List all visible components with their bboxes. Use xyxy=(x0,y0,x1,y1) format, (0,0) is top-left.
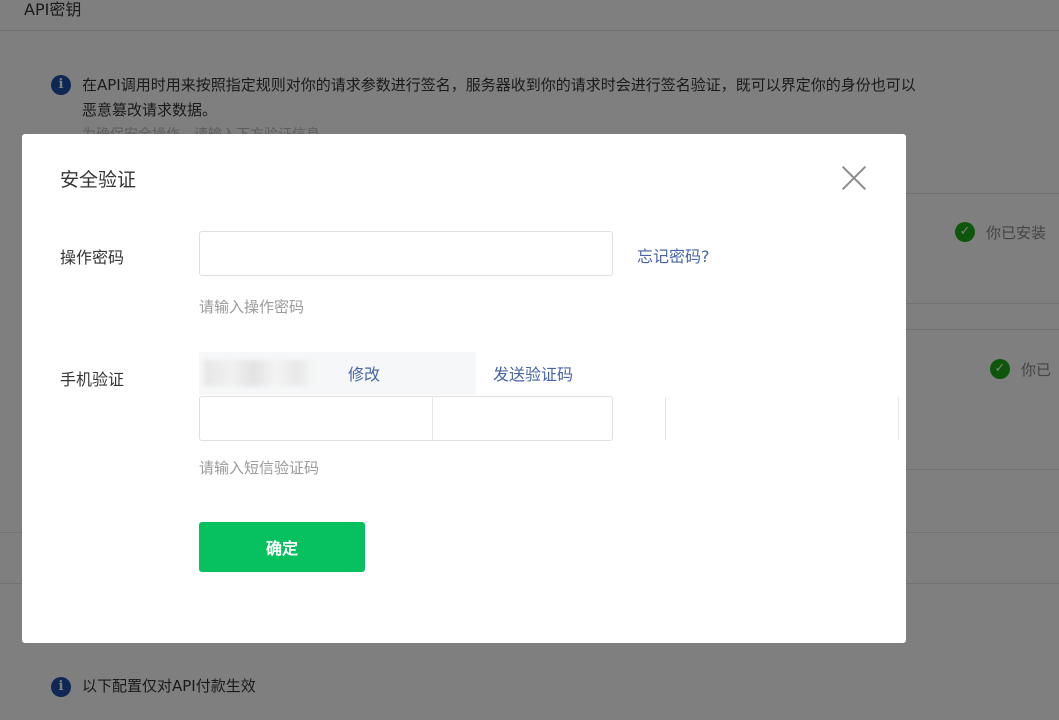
security-verification-dialog: 安全验证 操作密码 忘记密码? 请输入操作密码 手机验证 修改 发送验证码 请输… xyxy=(22,134,1059,643)
send-code-link[interactable]: 发送验证码 xyxy=(493,361,573,385)
page: API密钥 i 在API调用时用来按照指定规则对你的请求参数进行签名，服务器收到… xyxy=(0,0,1059,720)
operation-password-input[interactable] xyxy=(199,231,613,276)
phone-number-display: 修改 xyxy=(199,352,476,395)
forgot-password-link[interactable]: 忘记密码? xyxy=(637,243,710,267)
edit-phone-link[interactable]: 修改 xyxy=(348,361,380,385)
sms-code-digit-2[interactable] xyxy=(433,397,666,440)
confirm-button[interactable]: 确定 xyxy=(199,522,365,572)
close-icon[interactable] xyxy=(838,162,870,194)
masked-phone-number xyxy=(204,360,314,386)
sms-code-digit-4[interactable] xyxy=(899,397,1059,440)
password-hint: 请输入操作密码 xyxy=(199,298,305,316)
sms-code-digit-3[interactable] xyxy=(666,397,899,440)
phone-verification-label: 手机验证 xyxy=(60,370,125,389)
sms-code-hint: 请输入短信验证码 xyxy=(199,459,320,477)
sms-code-input-group xyxy=(199,396,1059,441)
dialog-title: 安全验证 xyxy=(60,169,137,191)
password-label: 操作密码 xyxy=(60,248,125,267)
sms-code-digit-1[interactable] xyxy=(200,397,433,440)
